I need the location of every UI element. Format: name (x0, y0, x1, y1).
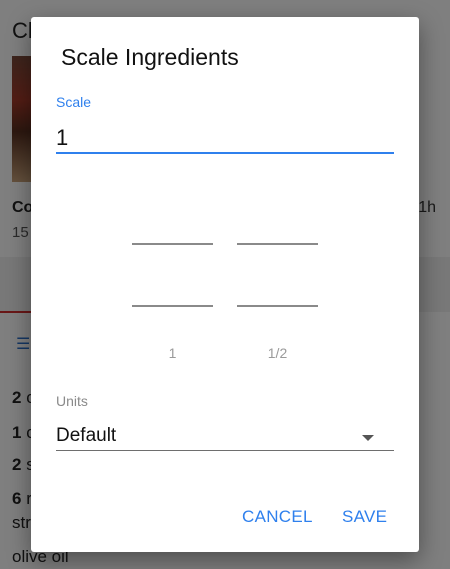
scale-input-underline (56, 152, 394, 154)
units-selected-value: Default (56, 425, 117, 446)
save-button[interactable]: SAVE (342, 507, 387, 527)
fraction-value[interactable]: 1/2 (237, 345, 318, 361)
picker-divider (237, 305, 318, 307)
cancel-button[interactable]: CANCEL (242, 507, 313, 527)
picker-divider (132, 243, 213, 245)
units-label: Units (56, 393, 88, 409)
scale-label: Scale (56, 94, 92, 110)
units-underline (56, 450, 394, 451)
scale-ingredients-dialog: Scale Ingredients Scale 1 1/2 Units Defa… (31, 17, 419, 552)
picker-divider (237, 243, 318, 245)
units-dropdown[interactable]: Default (56, 421, 394, 451)
whole-number-value[interactable]: 1 (132, 345, 213, 361)
picker-divider (132, 305, 213, 307)
dropdown-arrow-icon (362, 435, 374, 441)
dialog-title: Scale Ingredients (61, 44, 239, 70)
scale-input[interactable] (56, 121, 393, 155)
